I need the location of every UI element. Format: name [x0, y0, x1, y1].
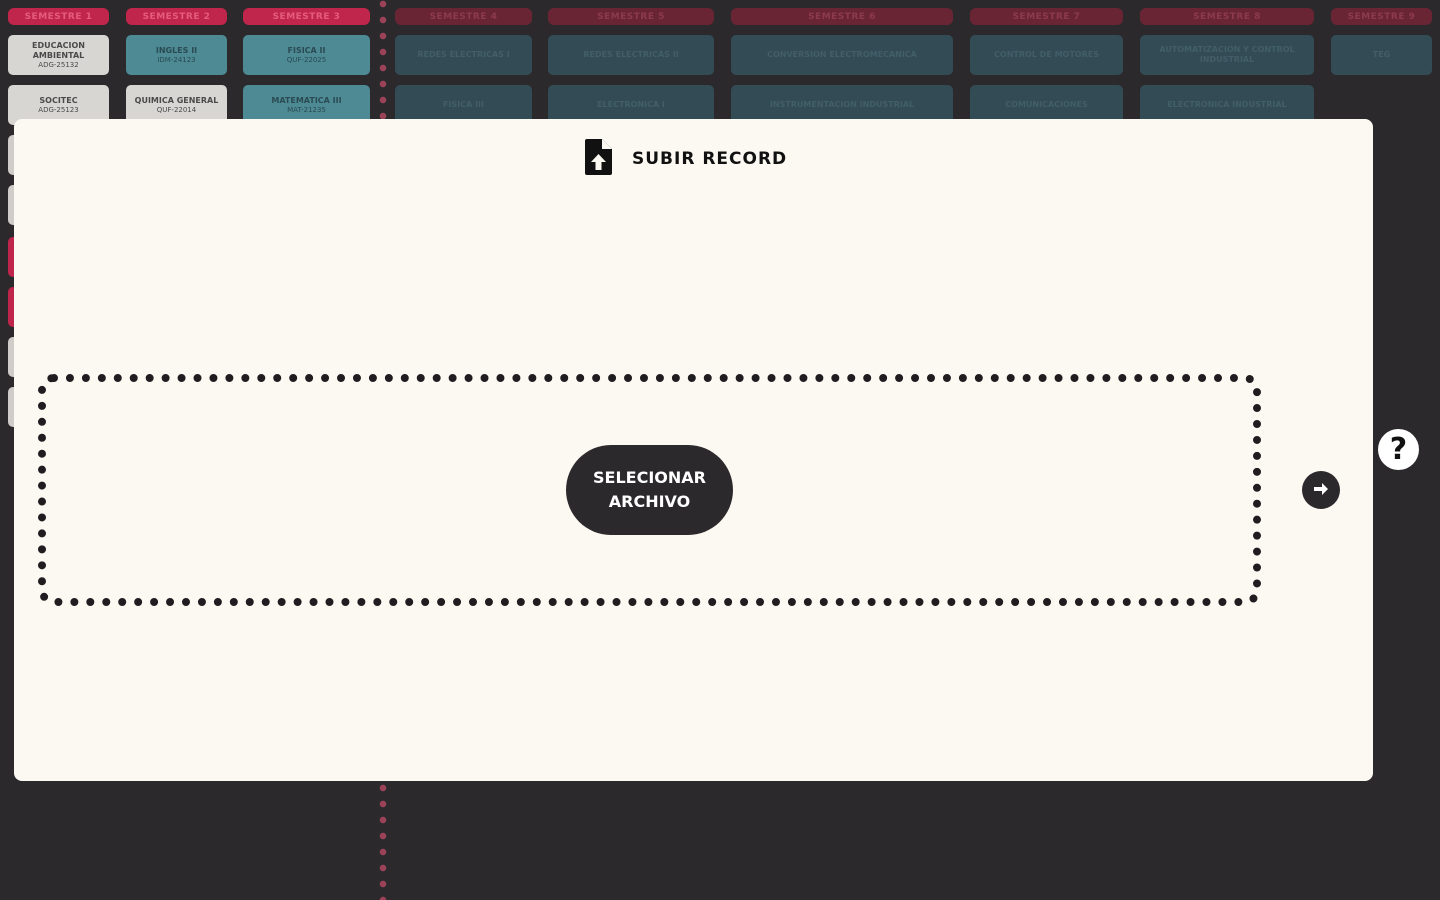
course-code: QUF-22025	[286, 55, 327, 64]
course-card[interactable]: REDES ELECTRICAS II	[548, 35, 714, 75]
course-title: REDES ELECTRICAS II	[583, 50, 679, 59]
semester-header-6[interactable]: SEMESTRE 6	[731, 8, 953, 25]
course-title: SOCITEC	[39, 95, 78, 105]
next-button[interactable]	[1302, 471, 1340, 509]
course-title: MATEMATICA III	[271, 95, 342, 105]
course-title: INSTRUMENTACION INDUSTRIAL	[769, 100, 915, 109]
course-title: AUTOMATIZACION Y CONTROL INDUSTRIAL	[1159, 45, 1295, 64]
course-title: ELECTRONICA INDUSTRIAL	[1167, 100, 1287, 109]
semester-header-4[interactable]: SEMESTRE 4	[395, 8, 532, 25]
modal-title: SUBIR RECORD	[632, 149, 788, 169]
course-title: INGLES II	[155, 45, 198, 55]
semester-header-9[interactable]: SEMESTRE 9	[1331, 8, 1432, 25]
course-card[interactable]: AUTOMATIZACION Y CONTROL INDUSTRIAL	[1140, 35, 1314, 75]
select-file-label-line1: SELECIONAR	[593, 468, 706, 487]
semester-header-1[interactable]: SEMESTRE 1	[8, 8, 109, 25]
course-card[interactable]: TEG	[1331, 35, 1432, 75]
course-code: ADG-25123	[38, 105, 79, 114]
course-code: IDM-24123	[157, 55, 196, 64]
select-file-button[interactable]: SELECIONAR ARCHIVO	[566, 445, 733, 535]
course-card[interactable]: CONTROL DE MOTORES	[970, 35, 1123, 75]
course-card[interactable]: CONVERSION ELECTROMECANICA	[731, 35, 953, 75]
course-title: EDUCACION AMBIENTAL	[31, 40, 85, 60]
course-title: TEG	[1372, 50, 1391, 59]
upload-record-modal: SUBIR RECORD SELECIONAR ARCHIVO	[14, 119, 1373, 781]
course-title: CONVERSION ELECTROMECANICA	[767, 50, 917, 59]
semester-header-7[interactable]: SEMESTRE 7	[970, 8, 1123, 25]
course-title: ELECTRONICA I	[597, 100, 665, 109]
course-title: REDES ELECTRICAS I	[417, 50, 510, 59]
course-card[interactable]: REDES ELECTRICAS I	[395, 35, 532, 75]
arrow-right-icon	[1313, 482, 1329, 499]
course-title: COMUNICACIONES	[1005, 100, 1088, 109]
course-card[interactable]: EDUCACION AMBIENTAL ADG-25132	[8, 35, 109, 75]
course-code: QUF-22014	[156, 105, 197, 114]
course-title: FISICA II	[287, 45, 326, 55]
course-code: ADG-25132	[38, 60, 79, 69]
help-button[interactable]: ?	[1378, 429, 1419, 470]
semester-header-5[interactable]: SEMESTRE 5	[548, 8, 714, 25]
modal-header: SUBIR RECORD	[585, 139, 788, 179]
semester-header-2[interactable]: SEMESTRE 2	[126, 8, 227, 25]
course-code: MAT-21235	[287, 105, 326, 114]
course-title: CONTROL DE MOTORES	[994, 50, 1099, 59]
file-upload-icon	[585, 139, 612, 179]
semester-header-3[interactable]: SEMESTRE 3	[243, 8, 370, 25]
semester-header-8[interactable]: SEMESTRE 8	[1140, 8, 1314, 25]
course-title: FISICA III	[443, 100, 484, 109]
select-file-label-line2: ARCHIVO	[608, 492, 691, 511]
course-card[interactable]: INGLES II IDM-24123	[126, 35, 227, 75]
course-title: QUIMICA GENERAL	[134, 95, 219, 105]
course-card[interactable]: FISICA II QUF-22025	[243, 35, 370, 75]
